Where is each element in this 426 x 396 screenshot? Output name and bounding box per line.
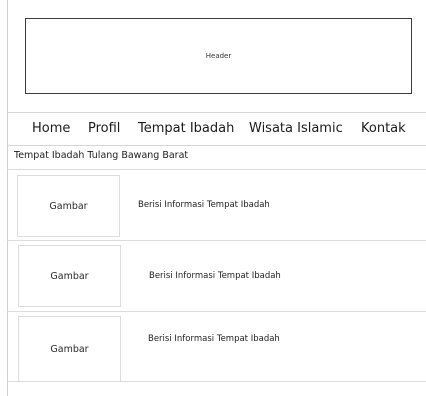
item-description: Berisi Informasi Tempat Ibadah: [138, 200, 270, 210]
image-placeholder: Gambar: [17, 175, 120, 237]
nav-item-tempat-ibadah[interactable]: Tempat Ibadah: [138, 121, 234, 136]
nav-item-profil[interactable]: Profil: [88, 121, 120, 136]
image-placeholder: Gambar: [18, 245, 121, 307]
main-nav: Home Profil Tempat Ibadah Wisata Islamic…: [7, 112, 426, 146]
list-item[interactable]: Gambar Berisi Informasi Tempat Ibadah: [7, 169, 426, 239]
image-label: Gambar: [49, 200, 88, 212]
nav-item-home[interactable]: Home: [32, 121, 70, 136]
section-title: Tempat Ibadah Tulang Bawang Barat: [14, 150, 189, 161]
image-label: Gambar: [50, 343, 89, 355]
image-label: Gambar: [50, 270, 89, 282]
header-banner: Header: [25, 18, 412, 94]
nav-item-wisata-islamic[interactable]: Wisata Islamic: [249, 121, 343, 136]
image-placeholder: Gambar: [18, 316, 121, 382]
item-description: Berisi Informasi Tempat Ibadah: [148, 334, 280, 344]
list-item[interactable]: Gambar Berisi Informasi Tempat Ibadah: [7, 240, 426, 310]
divider: [7, 381, 426, 382]
header-label: Header: [205, 52, 232, 60]
list-item[interactable]: Gambar Berisi Informasi Tempat Ibadah: [7, 311, 426, 382]
item-description: Berisi Informasi Tempat Ibadah: [149, 271, 281, 281]
nav-item-kontak[interactable]: Kontak: [361, 121, 406, 136]
